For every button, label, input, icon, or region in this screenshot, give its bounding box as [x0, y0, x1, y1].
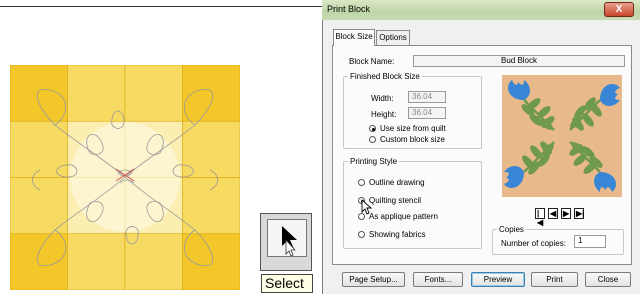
dialog-title: Print Block: [327, 4, 371, 14]
custom-block-size-label[interactable]: Custom block size: [380, 135, 445, 144]
close-button[interactable]: Close: [585, 272, 631, 287]
close-window-button[interactable]: X: [604, 2, 634, 17]
tab-options[interactable]: Options: [376, 30, 410, 45]
quilt-cell: [10, 233, 68, 290]
quilting-stencil-label[interactable]: Quilting stencil: [369, 196, 421, 205]
use-size-from-quilt-radio[interactable]: [369, 125, 376, 132]
block-name-label: Block Name:: [349, 57, 395, 66]
quilt-cell: [124, 65, 183, 122]
width-label: Width:: [371, 94, 394, 103]
quilt-cell: [10, 120, 68, 178]
tab-block-size[interactable]: Block Size: [333, 29, 375, 46]
preview-button[interactable]: Preview: [471, 272, 525, 287]
outline-drawing-radio[interactable]: [358, 179, 365, 186]
outline-drawing-label[interactable]: Outline drawing: [369, 178, 425, 187]
print-button[interactable]: Print: [531, 272, 578, 287]
quilt-cell: [182, 65, 240, 122]
number-of-copies-label: Number of copies:: [501, 239, 566, 248]
canvas-top-border: [0, 6, 322, 7]
last-icon: ▶|: [576, 209, 585, 218]
quilt-cell: [67, 65, 126, 122]
height-label: Height:: [371, 110, 397, 119]
quilt-cell: [182, 177, 240, 235]
quilt-cell: [10, 177, 68, 235]
custom-block-size-radio[interactable]: [369, 136, 376, 143]
quilt-cell: [182, 120, 240, 178]
finished-block-size-title: Finished Block Size: [348, 72, 422, 81]
use-size-from-quilt-label[interactable]: Use size from quilt: [380, 124, 446, 133]
prev-block-button[interactable]: ◀: [548, 208, 558, 219]
printing-style-title: Printing Style: [348, 157, 400, 166]
width-input[interactable]: 36.04: [408, 91, 446, 103]
copies-title: Copies: [497, 225, 526, 234]
height-input[interactable]: 36.04: [408, 107, 446, 119]
fonts-button[interactable]: Fonts...: [413, 272, 463, 287]
as-applique-pattern-label[interactable]: As applique pattern: [369, 212, 438, 221]
showing-fabrics-radio[interactable]: [358, 231, 365, 238]
next-block-button[interactable]: ▶: [561, 208, 571, 219]
block-name-field: Bud Block: [413, 55, 625, 67]
copies-input[interactable]: 1: [574, 235, 606, 248]
prev-icon: ◀: [550, 209, 557, 218]
quilt-cell: [67, 233, 126, 290]
quilt-block-canvas[interactable]: [10, 65, 240, 290]
mouse-cursor-icon: [361, 199, 373, 215]
next-icon: ▶: [563, 209, 570, 218]
block-preview: [502, 75, 622, 197]
last-block-button[interactable]: ▶|: [574, 208, 584, 219]
arrow-pointer-icon: [282, 226, 297, 257]
quilt-cell: [10, 65, 68, 122]
first-block-button[interactable]: |◀: [535, 208, 545, 227]
showing-fabrics-label[interactable]: Showing fabrics: [369, 230, 425, 239]
quilt-cell: [182, 233, 240, 290]
quilt-cell: [124, 233, 183, 290]
page-setup-button[interactable]: Page Setup...: [342, 272, 405, 287]
select-tooltip: Select: [261, 274, 313, 293]
select-tool-button[interactable]: [267, 219, 307, 257]
